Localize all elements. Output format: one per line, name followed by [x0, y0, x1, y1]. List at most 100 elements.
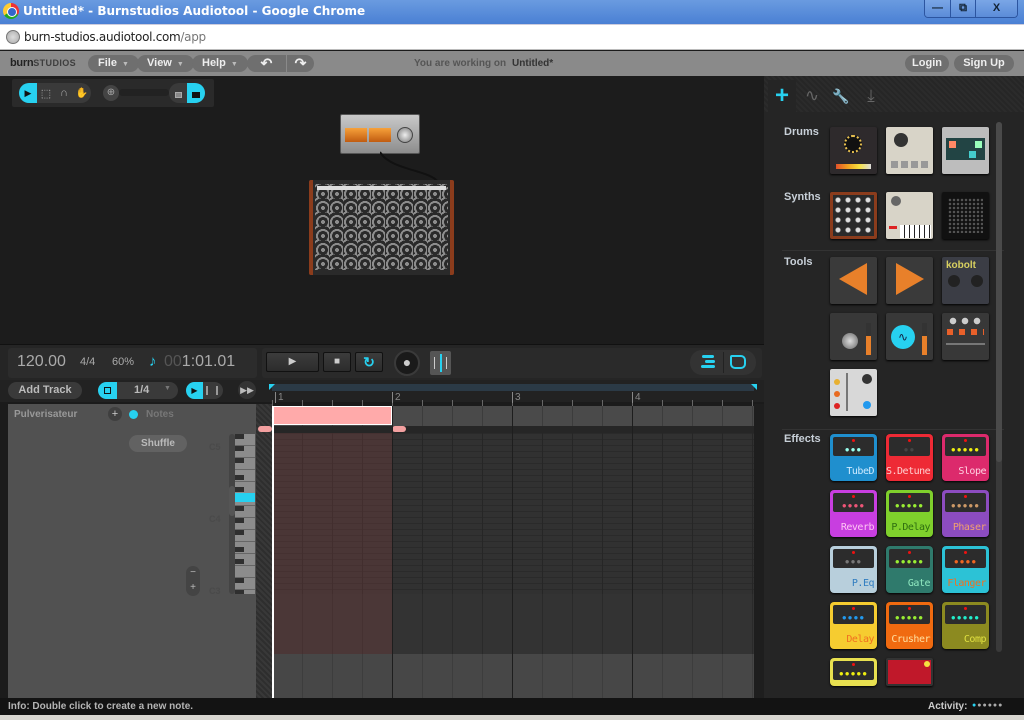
effect-tile[interactable]: ●●●● Reverb: [830, 490, 877, 537]
quantize-selector[interactable]: 1/4 ▼: [98, 382, 178, 399]
effect-tile[interactable]: ●● S.Detune: [886, 434, 933, 481]
loop-end-marker[interactable]: [751, 384, 757, 390]
device-rasselbock-return[interactable]: [886, 257, 933, 304]
effect-tile[interactable]: ●●●● Flanger: [942, 546, 989, 593]
position-value: 1:01.01: [181, 353, 236, 370]
folder-icon[interactable]: [730, 355, 746, 369]
loop-range-bar[interactable]: [272, 384, 754, 391]
shuffle-button[interactable]: Shuffle: [129, 435, 187, 452]
signup-button[interactable]: Sign Up: [954, 55, 1014, 72]
device-waveform-recorder[interactable]: ∿: [886, 313, 933, 360]
position-display[interactable]: 001:01.01: [164, 353, 235, 371]
pointer-tool[interactable]: ▶: [19, 83, 37, 103]
master-volume-knob[interactable]: [397, 127, 413, 143]
device-centroid-channel[interactable]: [830, 313, 877, 360]
device-beatbox8[interactable]: [830, 127, 877, 174]
note-region[interactable]: [273, 406, 392, 425]
align-icon-line: [705, 360, 715, 363]
device-minimixer[interactable]: [942, 313, 989, 360]
loop-button[interactable]: ↻: [355, 352, 383, 372]
zoom-in-button[interactable]: +: [186, 581, 200, 595]
help-menu[interactable]: Help ▼: [192, 55, 248, 72]
stop-button[interactable]: ■: [323, 352, 351, 372]
zoom-slider[interactable]: [119, 89, 169, 96]
playhead[interactable]: [272, 406, 274, 698]
shuffle-percent[interactable]: 60%: [112, 356, 134, 368]
device-pulverisateur[interactable]: [830, 192, 877, 239]
scrollbar-thumb[interactable]: [996, 122, 1002, 462]
minimize-button[interactable]: —: [925, 0, 950, 17]
grid-scrollbar[interactable]: [754, 404, 764, 698]
snap-toggle[interactable]: [98, 382, 117, 399]
automation-lane[interactable]: [272, 654, 754, 698]
redo-button[interactable]: ↷: [287, 55, 314, 72]
add-track-button[interactable]: Add Track: [8, 382, 82, 399]
region-start-handle[interactable]: [258, 426, 272, 432]
pulverisateur-synth-device[interactable]: [309, 180, 454, 275]
waveform-tab[interactable]: ∿: [798, 80, 826, 112]
download-tab[interactable]: ⤓: [857, 80, 885, 112]
master-output-device[interactable]: [340, 114, 420, 154]
effect-tile[interactable]: ●●●● Delay: [830, 602, 877, 649]
split-mode-icon[interactable]: [206, 386, 218, 395]
select-tool[interactable]: ⬚: [37, 83, 55, 103]
piano-keyboard[interactable]: [235, 434, 255, 594]
zoom-out-button[interactable]: −: [186, 566, 200, 580]
restore-button[interactable]: ⧉: [950, 0, 975, 17]
device-rasselbock-send[interactable]: [830, 257, 877, 304]
device-mixer-strip[interactable]: [830, 369, 877, 416]
zoom-button[interactable]: ⊕: [103, 85, 119, 101]
effect-tile[interactable]: ●●●●● Comp: [942, 602, 989, 649]
record-button[interactable]: ●: [394, 350, 420, 376]
mute-buttons: [947, 329, 984, 335]
hand-tool[interactable]: ✋: [73, 83, 91, 103]
unlock-button[interactable]: [169, 83, 187, 103]
device-beatbox9[interactable]: [886, 127, 933, 174]
device-heisenberg[interactable]: [886, 192, 933, 239]
effect-tile[interactable]: ●●●●● Phaser: [942, 490, 989, 537]
bpm-display[interactable]: 120.00: [17, 353, 66, 371]
undo-icon: ↶: [260, 55, 273, 71]
device-tonematrix[interactable]: [942, 192, 989, 239]
device-machiniste[interactable]: [942, 127, 989, 174]
wrench-tab[interactable]: 🔧: [827, 80, 855, 112]
headphones-tool[interactable]: ∩: [55, 83, 73, 103]
undo-button[interactable]: ↶: [247, 55, 286, 72]
effect-tile[interactable]: ●●●●● Slope: [942, 434, 989, 481]
effect-tile[interactable]: ●●● P.Eq: [830, 546, 877, 593]
device-kobolt[interactable]: kobolt: [942, 257, 989, 304]
metronome-toggle[interactable]: [430, 351, 451, 375]
lock-button[interactable]: [187, 83, 205, 103]
file-menu[interactable]: File ▼: [88, 55, 139, 72]
effect-led-icon: [852, 663, 855, 666]
address-bar[interactable]: burn-studios.audiotool.com/app: [0, 24, 1024, 50]
effect-tile[interactable]: ●●●●● Crusher: [886, 602, 933, 649]
track-name[interactable]: Pulverisateur: [14, 409, 77, 420]
time-signature[interactable]: 4/4: [80, 356, 95, 368]
loop-start-marker[interactable]: [269, 384, 275, 390]
vu-meter-right: [369, 128, 391, 142]
play-button[interactable]: ▶: [266, 352, 319, 372]
fast-forward-button[interactable]: ▶▶: [238, 381, 256, 399]
effect-label: Delay: [846, 634, 874, 645]
region-end-handle[interactable]: [392, 426, 406, 432]
effect-tile[interactable]: ●●●●● Gate: [886, 546, 933, 593]
view-menu[interactable]: View ▼: [137, 55, 194, 72]
piano-keys-icon: [900, 225, 931, 238]
note-grid[interactable]: [258, 406, 754, 698]
effect-knobs: ●●●●: [953, 557, 978, 566]
effect-tile[interactable]: ●●● TubeD: [830, 434, 877, 481]
library-scrollbar[interactable]: [996, 122, 1002, 652]
device-stompbox-sequencer[interactable]: [886, 658, 933, 686]
pointer-mode-button[interactable]: ▶: [186, 382, 203, 399]
add-region-button[interactable]: +: [108, 407, 122, 421]
timeline-ruler[interactable]: 1 2 3 4: [269, 384, 757, 406]
effect-tile[interactable]: ●●●●● P.Delay: [886, 490, 933, 537]
login-button[interactable]: Login: [905, 55, 949, 72]
add-device-tab[interactable]: +: [768, 80, 796, 112]
effect-tile[interactable]: ●●●●●: [830, 658, 877, 686]
sequencer-view-button[interactable]: [700, 355, 718, 369]
close-button[interactable]: X: [975, 0, 1017, 17]
url-text[interactable]: burn-studios.audiotool.com/app: [24, 30, 206, 44]
burnstudios-logo[interactable]: burnSTUDIOS: [10, 57, 76, 69]
